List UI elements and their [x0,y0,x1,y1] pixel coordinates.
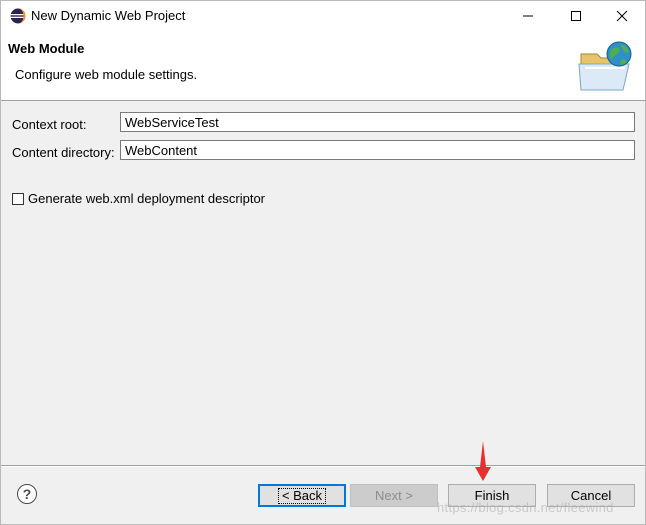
context-root-input[interactable] [120,112,635,132]
footer-divider [1,465,645,467]
header-banner: Web Module Configure web module settings… [1,31,645,101]
red-arrow-annotation [475,441,491,481]
help-icon: ? [22,486,32,502]
close-button[interactable] [599,1,645,31]
back-button[interactable]: < Back [258,484,346,507]
generate-webxml-checkbox[interactable] [12,192,24,205]
watermark-text: https://blog.csdn.net/fleewind [437,500,614,515]
help-button[interactable]: ? [17,484,37,504]
minimize-icon [523,15,533,17]
generate-webxml-option[interactable]: Generate web.xml deployment descriptor [12,191,265,206]
maximize-button[interactable] [553,1,599,31]
eclipse-icon [10,8,26,24]
next-button[interactable]: Next > [350,484,438,507]
next-button-label: Next > [375,488,413,503]
content-directory-label: Content directory: [12,145,115,160]
back-button-label: < Back [277,487,327,504]
dialog-window: New Dynamic Web Project Web Module Confi… [0,0,646,525]
window-title: New Dynamic Web Project [31,8,186,23]
page-title: Web Module [8,41,85,56]
maximize-icon [571,11,581,21]
content-directory-input[interactable] [120,140,635,160]
title-bar: New Dynamic Web Project [1,1,645,31]
web-folder-globe-icon [578,41,632,91]
generate-webxml-label: Generate web.xml deployment descriptor [28,191,266,206]
context-root-label: Context root: [12,117,87,132]
page-description: Configure web module settings. [15,67,198,82]
minimize-button[interactable] [505,1,551,31]
close-icon [616,10,628,22]
